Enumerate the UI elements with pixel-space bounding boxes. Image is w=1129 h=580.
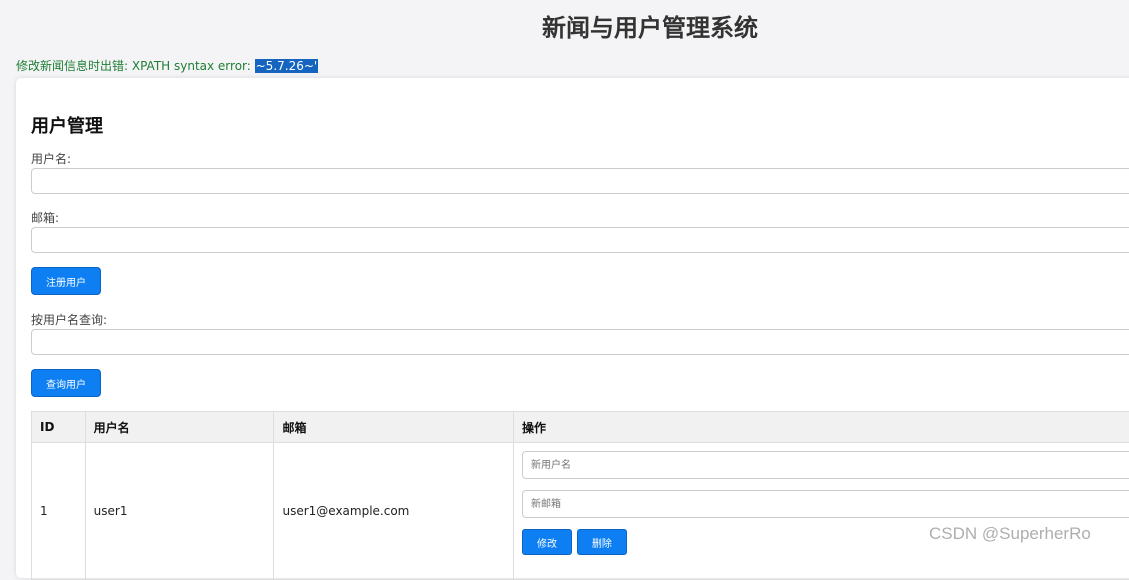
- page-title: 新闻与用户管理系统: [0, 8, 1129, 43]
- email-input[interactable]: [31, 227, 1129, 253]
- username-input[interactable]: [31, 168, 1129, 194]
- cell-actions: 修改 删除: [514, 443, 1129, 580]
- section-heading: 用户管理: [31, 112, 103, 138]
- email-label: 邮箱:: [31, 209, 59, 226]
- query-label: 按用户名查询:: [31, 311, 107, 328]
- register-user-button[interactable]: 注册用户: [31, 267, 101, 295]
- query-username-input[interactable]: [31, 329, 1129, 355]
- cell-username: user1: [85, 443, 274, 580]
- query-user-button[interactable]: 查询用户: [31, 369, 101, 397]
- user-management-card: 用户管理 用户名: 邮箱: 注册用户 按用户名查询: 查询用户 ID 用户名 邮…: [16, 78, 1129, 578]
- error-selected-text: ~5.7.26~': [255, 59, 319, 73]
- username-label: 用户名:: [31, 150, 71, 167]
- column-header-email: 邮箱: [274, 412, 514, 443]
- error-message: 修改新闻信息时出错: XPATH syntax error: ~5.7.26~': [16, 57, 318, 74]
- delete-user-button[interactable]: 删除: [577, 529, 627, 555]
- table-row: 1 user1 user1@example.com 修改 删除: [32, 443, 1129, 580]
- cell-email: user1@example.com: [274, 443, 514, 580]
- cell-id: 1: [32, 443, 86, 580]
- table-header-row: ID 用户名 邮箱 操作: [32, 412, 1129, 443]
- user-table: ID 用户名 邮箱 操作 1 user1 user1@example.com 修…: [31, 411, 1129, 580]
- error-text: 修改新闻信息时出错: XPATH syntax error:: [16, 59, 255, 73]
- column-header-actions: 操作: [514, 412, 1129, 443]
- column-header-id: ID: [32, 412, 86, 443]
- new-username-input[interactable]: [522, 451, 1129, 479]
- edit-user-button[interactable]: 修改: [522, 529, 572, 555]
- new-email-input[interactable]: [522, 490, 1129, 518]
- watermark: CSDN @SuperherRo: [929, 524, 1091, 544]
- column-header-username: 用户名: [85, 412, 274, 443]
